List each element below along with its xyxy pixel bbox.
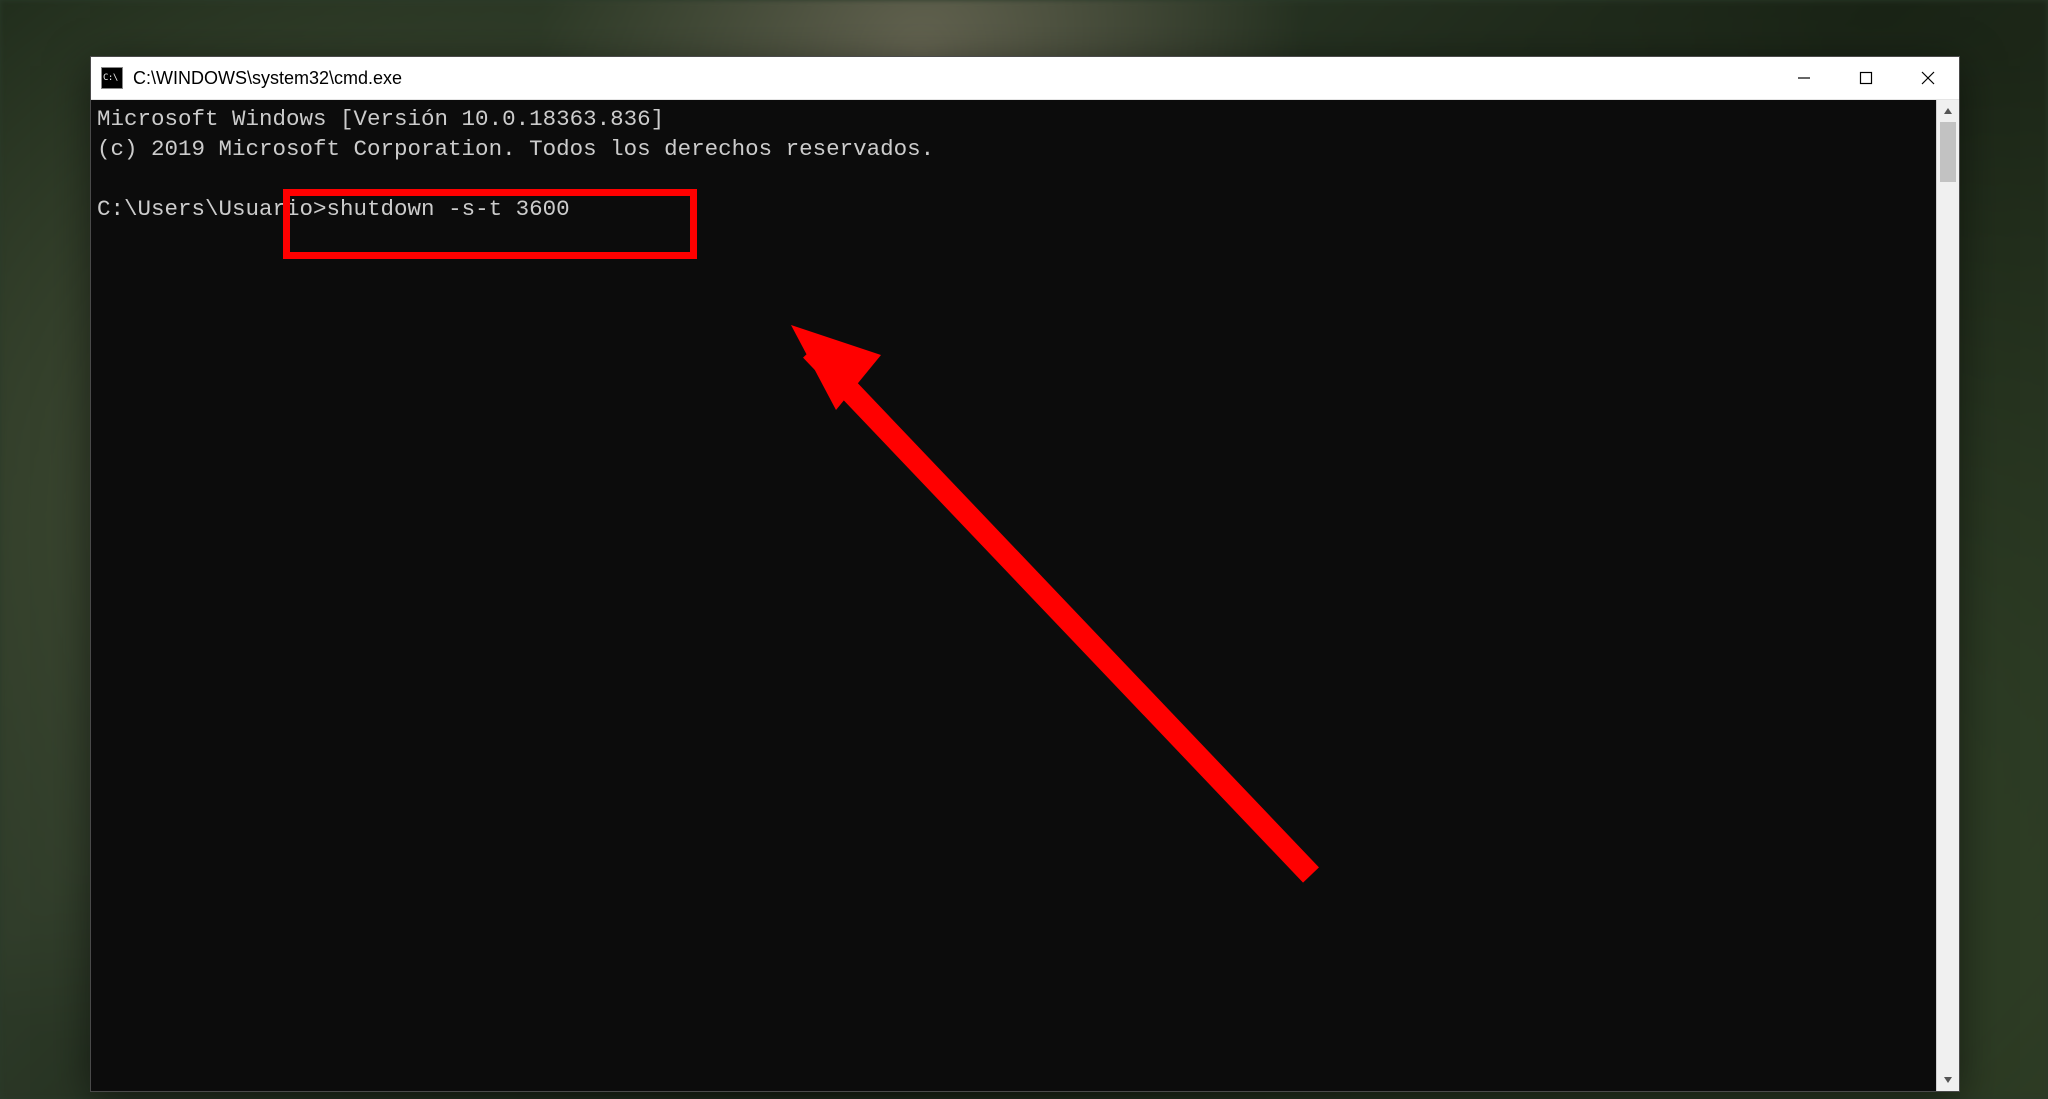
scroll-thumb[interactable] bbox=[1940, 122, 1956, 182]
cmd-window: C:\WINDOWS\system32\cmd.exe Microsoft Wi… bbox=[90, 56, 1960, 1092]
client-area: Microsoft Windows [Versión 10.0.18363.83… bbox=[91, 100, 1959, 1091]
annotation-arrow bbox=[91, 100, 1936, 1091]
console-command: shutdown -s-t 3600 bbox=[327, 196, 570, 222]
cmd-icon bbox=[101, 67, 123, 89]
console-output[interactable]: Microsoft Windows [Versión 10.0.18363.83… bbox=[91, 100, 1936, 1091]
scroll-down-button[interactable] bbox=[1937, 1069, 1959, 1091]
scroll-up-button[interactable] bbox=[1937, 100, 1959, 122]
chevron-down-icon bbox=[1943, 1075, 1953, 1085]
window-controls bbox=[1773, 57, 1959, 99]
close-icon bbox=[1921, 71, 1935, 85]
vertical-scrollbar[interactable] bbox=[1936, 100, 1959, 1091]
console-line-copyright: (c) 2019 Microsoft Corporation. Todos lo… bbox=[97, 136, 934, 162]
console-prompt: C:\Users\Usuario> bbox=[97, 196, 327, 222]
titlebar[interactable]: C:\WINDOWS\system32\cmd.exe bbox=[91, 57, 1959, 100]
minimize-icon bbox=[1797, 71, 1811, 85]
maximize-icon bbox=[1859, 71, 1873, 85]
console-line-version: Microsoft Windows [Versión 10.0.18363.83… bbox=[97, 106, 664, 132]
maximize-button[interactable] bbox=[1835, 57, 1897, 99]
minimize-button[interactable] bbox=[1773, 57, 1835, 99]
close-button[interactable] bbox=[1897, 57, 1959, 99]
chevron-up-icon bbox=[1943, 106, 1953, 116]
window-title: C:\WINDOWS\system32\cmd.exe bbox=[133, 68, 1773, 89]
